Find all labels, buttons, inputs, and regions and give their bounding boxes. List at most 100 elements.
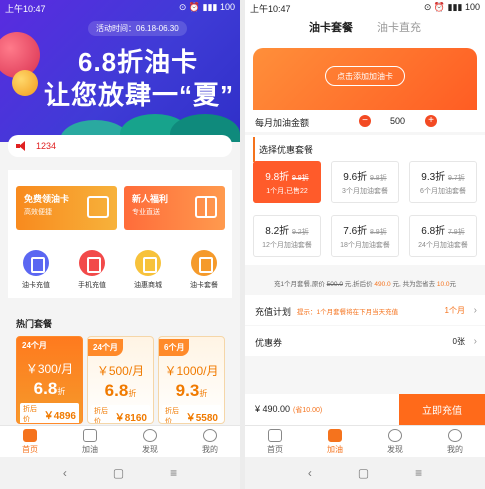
home-button-icon[interactable]: ▢ xyxy=(113,466,124,480)
card-fold-price: 折后价 ￥8160 xyxy=(91,405,150,423)
add-card-hero: 点击添加加油卡 xyxy=(245,38,485,124)
monthly-amount-row: 每月加油金额 − 500 + xyxy=(245,110,485,132)
home-button-icon[interactable]: ▢ xyxy=(358,466,369,480)
package-option[interactable]: 9.8折 9.9折 1个月,已售22 xyxy=(253,161,321,203)
promo-banner[interactable]: 活动时间：06.18-06.30 6.8折油卡 让您放肆一“夏” xyxy=(0,0,240,142)
tab-refuel[interactable]: 加油 xyxy=(305,426,365,457)
fuel-pump-icon xyxy=(83,429,97,442)
coupon-label: 优惠券 xyxy=(255,338,283,348)
tab-mine[interactable]: 我的 xyxy=(425,426,485,457)
pay-amount: ¥ 490.00 (省10.00) xyxy=(255,404,323,414)
system-nav-bar: ‹ ▢ ≡ xyxy=(245,457,485,489)
plan-value: 1个月 xyxy=(444,306,465,315)
pay-bar: ¥ 490.00 (省10.00) 立即充值 xyxy=(245,394,485,425)
status-icons: ⊙ ⏰ ▮▮▮ 100 xyxy=(423,2,480,12)
amount-label: 每月加油金额 xyxy=(255,118,310,128)
speaker-icon xyxy=(16,141,28,151)
menu-icon[interactable]: ≡ xyxy=(170,466,177,480)
fuel-pump-icon xyxy=(23,250,49,276)
card-icon xyxy=(87,196,109,218)
add-oil-card-button[interactable]: 点击添加加油卡 xyxy=(325,66,405,86)
compass-icon xyxy=(143,429,157,442)
package-section: 选择优惠套餐 9.8折 9.9折 1个月,已售22 9.6折 9.8折 3个月加… xyxy=(245,135,485,265)
coupon-row[interactable]: 优惠券 0张 › xyxy=(245,326,485,356)
plus-button[interactable]: + xyxy=(425,115,437,127)
chevron-right-icon: › xyxy=(473,305,477,316)
recharge-now-button[interactable]: 立即充值 xyxy=(399,394,485,425)
home-icon xyxy=(23,429,37,442)
fruit-decoration xyxy=(12,70,38,96)
coupon-value: 0张 xyxy=(452,337,465,346)
plan-label: 充值计划 xyxy=(255,307,292,317)
package-option[interactable]: 9.6折 9.8折 3个月加油套餐 xyxy=(331,161,399,203)
plan-hint: 提示：1个月套餐将在下月当天充值 xyxy=(297,309,399,316)
hot-package-card[interactable]: 24个月 ￥500/月 6.8折 折后价 ￥8160 xyxy=(87,336,154,424)
home-icon xyxy=(268,429,282,442)
phone-icon xyxy=(79,250,105,276)
tab-home[interactable]: 首页 xyxy=(0,426,60,457)
card-discount: 9.3折 xyxy=(175,381,208,400)
tab-mine[interactable]: 我的 xyxy=(180,426,240,457)
notice-bar[interactable]: 1234 xyxy=(8,135,232,157)
tab-oil-card-package[interactable]: 油卡套餐 xyxy=(309,19,353,43)
hot-package-card[interactable]: 24个月 ￥300/月 6.8折 折后价 ￥4896 xyxy=(16,336,83,424)
service-label: 油卡套餐 xyxy=(190,282,218,289)
tab-home[interactable]: 首页 xyxy=(245,426,305,457)
package-title: 选择优惠套餐 xyxy=(253,137,485,162)
user-icon xyxy=(203,429,217,442)
free-oil-card-promo[interactable]: 免费领油卡 高效便捷 xyxy=(16,186,117,230)
service-mall[interactable]: 油惠商城 xyxy=(123,250,173,298)
card-fold-price: 折后价 ￥5580 xyxy=(162,405,221,423)
hot-package-card[interactable]: 6个月 ￥1000/月 9.3折 折后价 ￥5580 xyxy=(158,336,225,424)
menu-icon[interactable]: ≡ xyxy=(415,466,422,480)
status-time: 上午10:47 xyxy=(250,4,291,14)
package-option[interactable]: 7.6折 8.9折 18个月加油套餐 xyxy=(331,215,399,257)
card-discount: 6.8折 xyxy=(104,381,137,400)
service-grid: 油卡充值 手机充值 油惠商城 油卡套餐 xyxy=(8,248,232,298)
bottom-tabbar: 首页 加油 发现 我的 xyxy=(245,425,485,457)
package-option[interactable]: 8.2折 9.2折 12个月加油套餐 xyxy=(253,215,321,257)
tab-discover[interactable]: 发现 xyxy=(120,426,180,457)
card-fold-price: 折后价 ￥4896 xyxy=(20,403,79,423)
banner-period: 活动时间：06.18-06.30 xyxy=(88,21,187,36)
service-label: 油卡充值 xyxy=(22,282,50,289)
status-icons: ⊙ ⏰ ▮▮▮ 100 xyxy=(178,2,235,12)
bottom-tabbar: 首页 加油 发现 我的 xyxy=(0,425,240,457)
store-icon xyxy=(135,250,161,276)
fuel-pump-icon xyxy=(328,429,342,442)
top-tabs: 油卡套餐 油卡直充 xyxy=(245,16,485,43)
package-option[interactable]: 9.3折 9.7折 6个月加油套餐 xyxy=(409,161,477,203)
back-icon[interactable]: ‹ xyxy=(63,466,67,480)
refuel-screen: 上午10:47 ⊙ ⏰ ▮▮▮ 100 油卡套餐 油卡直充 点击添加加油卡 每月… xyxy=(245,0,485,489)
price-summary: 充1个月套餐,原价 500.0 元,折后价 490.0 元, 共为您省去 10.… xyxy=(273,281,457,288)
package-option[interactable]: 6.8折 7.9折 24个月加油套餐 xyxy=(409,215,477,257)
chevron-right-icon: › xyxy=(473,336,477,347)
recharge-plan-row[interactable]: 充值计划 提示：1个月套餐将在下月当天充值 1个月 › xyxy=(245,295,485,325)
newbie-gift-promo[interactable]: 新人福利 专业直送 xyxy=(124,186,225,230)
back-icon[interactable]: ‹ xyxy=(308,466,312,480)
tab-discover[interactable]: 发现 xyxy=(365,426,425,457)
banner-headline: 6.8折油卡 xyxy=(78,47,199,77)
service-packages[interactable]: 油卡套餐 xyxy=(179,250,229,298)
minus-button[interactable]: − xyxy=(359,115,371,127)
card-price: ￥500/月 xyxy=(96,364,145,378)
system-nav-bar: ‹ ▢ ≡ xyxy=(0,457,240,489)
card-months: 24个月 xyxy=(22,341,47,350)
status-bar: 上午10:47 ⊙ ⏰ ▮▮▮ 100 xyxy=(245,0,485,16)
tab-refuel[interactable]: 加油 xyxy=(60,426,120,457)
notice-text: 1234 xyxy=(36,141,57,151)
home-screen: 活动时间：06.18-06.30 6.8折油卡 让您放肆一“夏” 上午10:47… xyxy=(0,0,240,489)
service-label: 油惠商城 xyxy=(134,282,162,289)
card-months: 6个月 xyxy=(159,339,190,356)
status-time: 上午10:47 xyxy=(5,4,46,14)
tab-oil-card-direct[interactable]: 油卡直充 xyxy=(377,19,421,38)
gift-icon xyxy=(195,196,217,218)
card-discount: 6.8折 xyxy=(33,379,66,398)
service-phone-recharge[interactable]: 手机充值 xyxy=(67,250,117,298)
compass-icon xyxy=(388,429,402,442)
card-icon xyxy=(191,250,217,276)
service-oil-recharge[interactable]: 油卡充值 xyxy=(11,250,61,298)
hot-packages-title: 热门套餐 xyxy=(16,319,53,329)
service-label: 手机充值 xyxy=(78,282,106,289)
amount-value: 500 xyxy=(390,116,406,126)
